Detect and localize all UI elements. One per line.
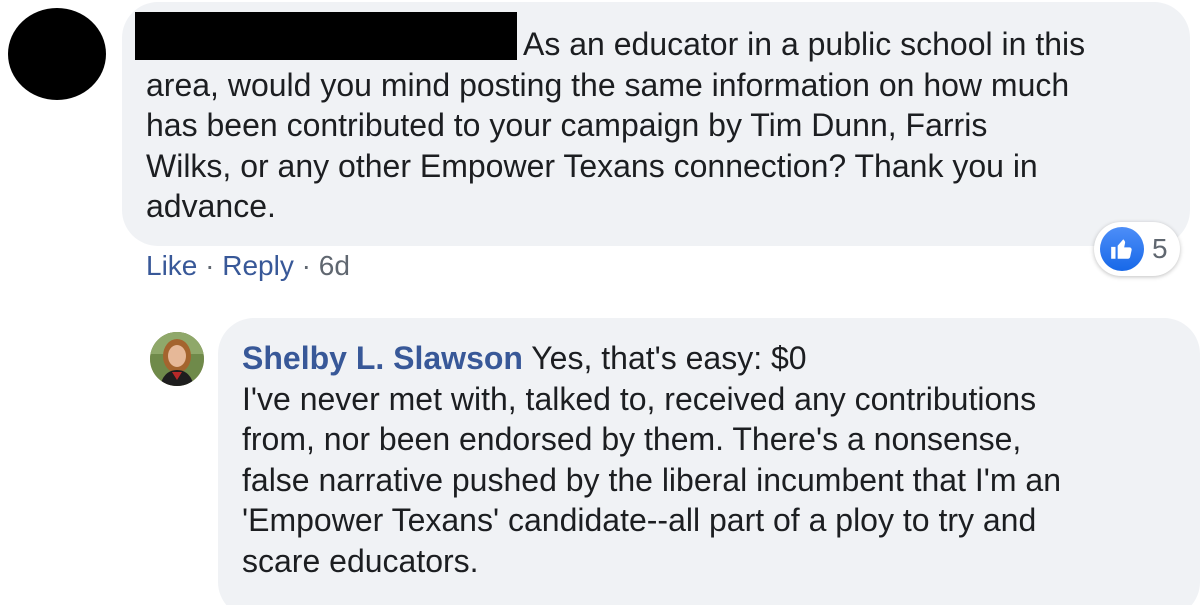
avatar-photo-icon — [150, 332, 204, 386]
comment-actions: Like · Reply · 6d — [146, 250, 350, 282]
comment-line: Wilks, or any other Empower Texans conne… — [146, 147, 1038, 184]
reaction-count: 5 — [1152, 233, 1168, 264]
reply-line: false narrative pushed by the liberal in… — [242, 461, 1062, 498]
comment-timestamp[interactable]: 6d — [319, 250, 350, 281]
comment-thread: As an educator in a public school in thi… — [0, 0, 1200, 605]
reaction-summary[interactable]: 5 — [1094, 222, 1180, 276]
reply-line: Yes, that's easy: $0 — [531, 340, 807, 376]
comment-line: advance. — [146, 188, 276, 224]
like-link[interactable]: Like — [146, 250, 197, 281]
comment-body: As an educator in a public school in thi… — [146, 24, 1166, 227]
reply-line: I've never met with, talked to, received… — [242, 380, 1037, 417]
action-separator: · — [301, 250, 319, 281]
comment-line: has been contributed to your campaign by… — [146, 107, 988, 143]
reply-line: from, nor been endorsed by them. There's… — [242, 421, 1022, 457]
reply-link[interactable]: Reply — [222, 250, 294, 281]
reply-body: Shelby L. Slawson Yes, that's easy: $0 I… — [242, 338, 1182, 581]
comment-line: area, would you mind posting the same in… — [146, 66, 1070, 103]
reply-author-avatar[interactable] — [150, 332, 204, 386]
action-separator: · — [205, 250, 223, 281]
comment-line: As an educator in a public school in thi… — [523, 26, 1086, 62]
reply-line: 'Empower Texans' candidate--all part of … — [242, 502, 1037, 538]
reply-author-name[interactable]: Shelby L. Slawson — [242, 340, 523, 376]
thumbs-up-icon — [1100, 227, 1144, 271]
reply-line: scare educators. — [242, 542, 479, 579]
commenter-avatar-redacted[interactable] — [8, 8, 106, 100]
